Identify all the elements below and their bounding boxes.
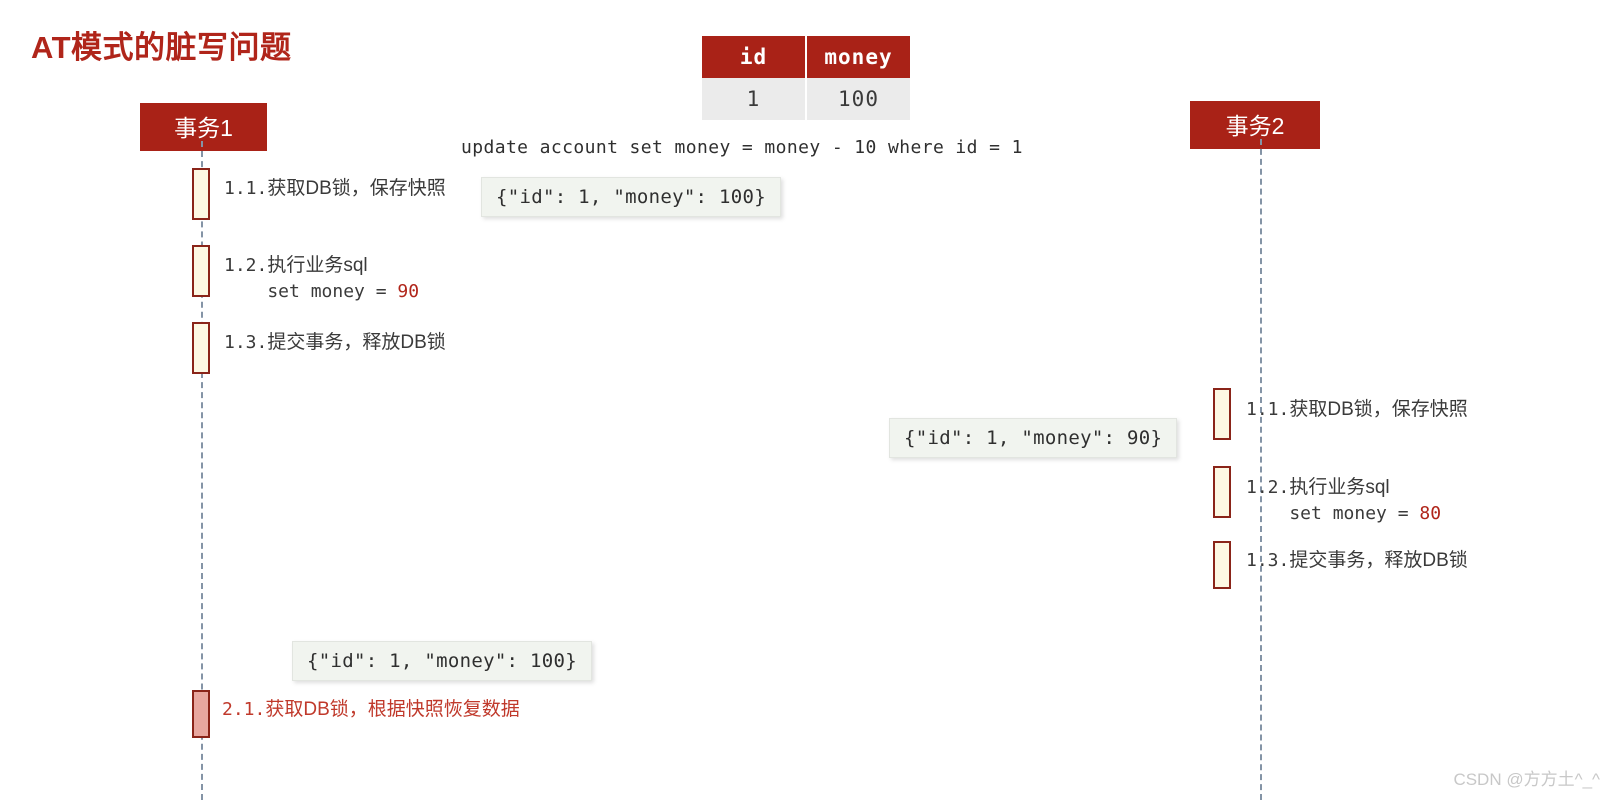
activation-tx2-step-1-3 [1213,541,1231,589]
table-header-id: id [702,36,805,78]
step-label-tx2-1-1: 1.1.获取DB锁，保存快照 [1246,397,1468,423]
table-header-money: money [807,36,910,78]
activation-tx2-step-1-1 [1213,388,1231,440]
step-label-tx2-1-2: 1.2.执行业务sql set money = 80 [1246,475,1441,527]
step-text: 获取DB锁，根据快照恢复数据 [265,699,520,720]
activation-tx1-step-1-1 [192,168,210,220]
step-text: 提交事务，释放DB锁 [267,332,446,353]
step-subtext-value: 80 [1419,503,1442,524]
lifeline-tx2 [1260,139,1262,800]
step-index: 2.1. [222,699,266,720]
step-subtext-prefix: set money = [224,281,398,302]
step-text: 执行业务sql [1289,477,1390,498]
step-subtext-prefix: set money = [1246,503,1420,524]
step-index: 1.1. [224,178,268,199]
db-state-table: id money 1 100 [700,36,912,120]
watermark: CSDN @方方土^_^ [1453,770,1600,789]
step-index: 1.3. [224,332,268,353]
sql-statement: update account set money = money - 10 wh… [461,137,1023,158]
step-index: 1.1. [1246,399,1290,420]
step-label-tx1-2-1: 2.1.获取DB锁，根据快照恢复数据 [222,697,520,723]
actor-box-tx1: 事务1 [140,103,267,151]
step-index: 1.2. [224,255,268,276]
activation-tx1-step-2-1 [192,690,210,738]
actor-box-tx2: 事务2 [1190,101,1320,149]
table-row: 1 100 [702,78,910,120]
activation-tx1-step-1-3 [192,322,210,374]
step-label-tx2-1-3: 1.3.提交事务，释放DB锁 [1246,548,1468,574]
step-label-tx1-1-2: 1.2.执行业务sql set money = 90 [224,253,419,305]
step-label-tx1-1-1: 1.1.获取DB锁，保存快照 [224,176,446,202]
page-title: AT模式的脏写问题 [31,30,292,65]
step-text: 获取DB锁，保存快照 [267,178,446,199]
json-snapshot-tx2-before: {"id": 1, "money": 90} [889,418,1178,458]
step-label-tx1-1-3: 1.3.提交事务，释放DB锁 [224,330,446,356]
step-subtext-value: 90 [397,281,420,302]
json-snapshot-tx1-rollback: {"id": 1, "money": 100} [292,641,592,681]
step-text: 提交事务，释放DB锁 [1289,550,1468,571]
step-text: 执行业务sql [267,255,368,276]
step-text: 获取DB锁，保存快照 [1289,399,1468,420]
step-index: 1.2. [1246,477,1290,498]
activation-tx1-step-1-2 [192,245,210,297]
activation-tx2-step-1-2 [1213,466,1231,518]
table-cell-id: 1 [702,78,805,120]
json-snapshot-tx1-before: {"id": 1, "money": 100} [481,177,781,217]
diagram-canvas: AT模式的脏写问题 id money 1 100 update account … [0,0,1612,800]
table-cell-money: 100 [807,78,910,120]
step-index: 1.3. [1246,550,1290,571]
table-header-row: id money [702,36,910,78]
